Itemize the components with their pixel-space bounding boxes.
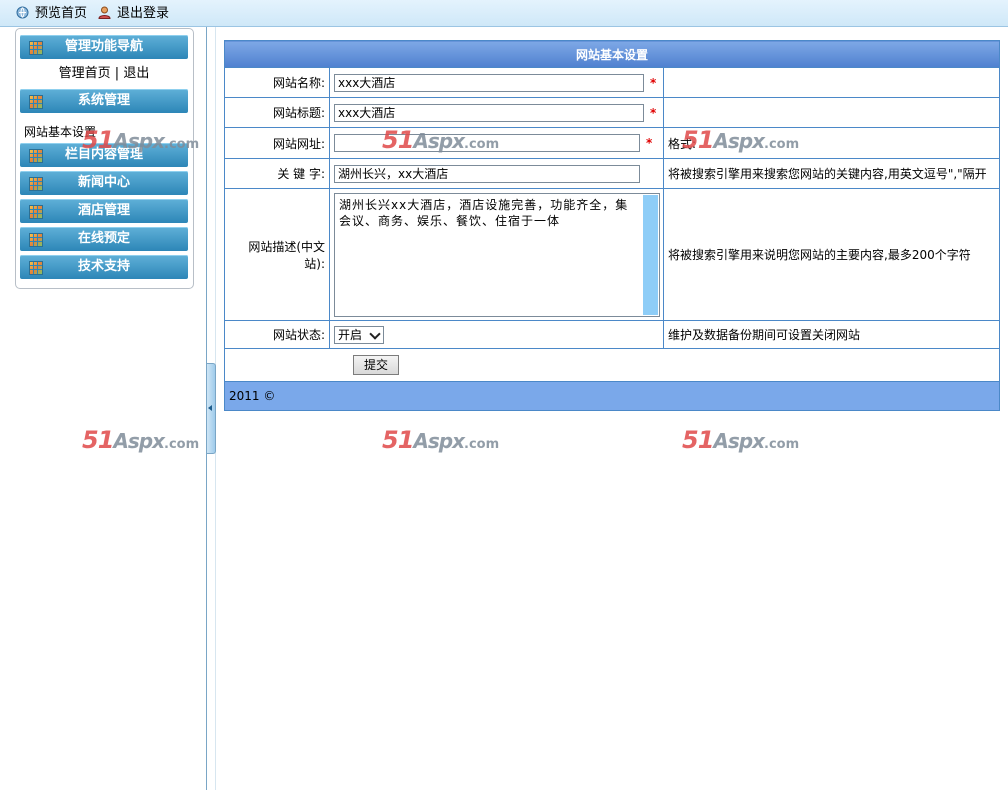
logout-label: 退出登录	[117, 6, 170, 21]
watermark-logo: 51Aspx.com	[682, 426, 800, 454]
sidebar-header-booking[interactable]: 在线预定	[20, 227, 188, 251]
watermark-logo: 51Aspx.com	[382, 426, 500, 454]
sidebar: 管理功能导航 管理首页 | 退出 系统管理 网站基本设置 栏目内容管理 新闻中心…	[15, 28, 194, 289]
grid-icon	[29, 149, 43, 163]
required-mark: *	[650, 75, 657, 90]
user-logout-icon	[98, 6, 111, 19]
status-label: 网站状态:	[224, 320, 330, 349]
keywords-input[interactable]: 湖州长兴，xx大酒店	[334, 164, 640, 183]
keywords-label: 关 键 字:	[224, 158, 330, 189]
watermark-logo: 51Aspx.com	[382, 126, 500, 154]
sidebar-header-hotel-label: 酒店管理	[77, 203, 130, 218]
site-url-label: 网站网址:	[224, 127, 330, 159]
textarea-scrollbar[interactable]	[643, 194, 658, 315]
sidebar-sub-links: 管理首页 | 退出	[20, 62, 188, 86]
grid-icon	[29, 233, 43, 247]
grid-icon	[29, 177, 43, 191]
form-footer: 2011 ©	[223, 381, 1001, 411]
grid-icon	[29, 261, 43, 275]
settings-form: 网站基本设置 网站名称: xxx大酒店 * 网站标题: xxx大酒店 * 网站网址:…	[223, 40, 1001, 411]
form-title: 网站基本设置	[223, 40, 1001, 68]
watermark-logo: 51Aspx.com	[682, 126, 800, 154]
sidebar-header-system[interactable]: 系统管理	[20, 89, 188, 113]
sidebar-header-nav-label: 管理功能导航	[64, 39, 143, 54]
sidebar-header-booking-label: 在线预定	[77, 231, 130, 246]
sidebar-header-support[interactable]: 技术支持	[20, 255, 188, 279]
grid-icon	[29, 41, 43, 55]
sidebar-header-news[interactable]: 新闻中心	[20, 171, 188, 195]
sidebar-header-news-label: 新闻中心	[77, 175, 130, 190]
admin-home-link[interactable]: 管理首页	[59, 66, 111, 81]
site-name-input[interactable]: xxx大酒店	[334, 73, 644, 92]
sidebar-header-support-label: 技术支持	[77, 259, 130, 274]
watermark-logo: 51Aspx.com	[82, 126, 200, 154]
preview-home-label: 预览首页	[35, 6, 88, 21]
description-textarea[interactable]: 湖州长兴xx大酒店，酒店设施完善，功能齐全，集会议、商务、娱乐、餐饮、住宿于一体	[334, 192, 660, 317]
description-text: 湖州长兴xx大酒店，酒店设施完善，功能齐全，集会议、商务、娱乐、餐饮、住宿于一体	[339, 197, 629, 228]
site-name-label: 网站名称:	[224, 67, 330, 98]
site-title-label: 网站标题:	[224, 97, 330, 128]
required-mark: *	[646, 136, 653, 150]
submit-button[interactable]: 提交	[353, 355, 399, 375]
link-separator: |	[114, 66, 120, 81]
status-select-value: 开启	[338, 327, 363, 342]
watermark-logo: 51Aspx.com	[82, 426, 200, 454]
sidebar-collapse-toggle[interactable]	[207, 363, 216, 454]
chevron-down-icon	[369, 327, 381, 340]
sidebar-header-nav[interactable]: 管理功能导航	[20, 35, 188, 59]
description-label: 网站描述(中文站):	[224, 188, 330, 321]
status-select[interactable]: 开启	[334, 325, 384, 344]
keywords-hint: 将被搜索引擎用来搜索您网站的关键内容,用英文逗号","隔开	[662, 158, 1001, 189]
exit-link[interactable]: 退出	[123, 66, 149, 81]
site-name-hint	[662, 67, 1001, 98]
status-hint: 维护及数据备份期间可设置关闭网站	[662, 320, 1001, 349]
globe-icon	[16, 6, 29, 19]
grid-icon	[29, 205, 43, 219]
description-hint: 将被搜索引擎用来说明您网站的主要内容,最多200个字符	[662, 188, 1001, 321]
sidebar-header-system-label: 系统管理	[77, 93, 130, 108]
sidebar-header-hotel[interactable]: 酒店管理	[20, 199, 188, 223]
site-title-hint	[662, 97, 1001, 128]
preview-home-link[interactable]: 预览首页	[16, 6, 87, 21]
site-title-input[interactable]: xxx大酒店	[334, 103, 644, 122]
required-mark: *	[650, 105, 657, 120]
top-bar: 预览首页 退出登录	[0, 0, 1008, 27]
logout-link[interactable]: 退出登录	[98, 6, 169, 21]
settings-table: 网站基本设置 网站名称: xxx大酒店 * 网站标题: xxx大酒店 * 网站网址:…	[223, 40, 1001, 411]
grid-icon	[29, 95, 43, 109]
